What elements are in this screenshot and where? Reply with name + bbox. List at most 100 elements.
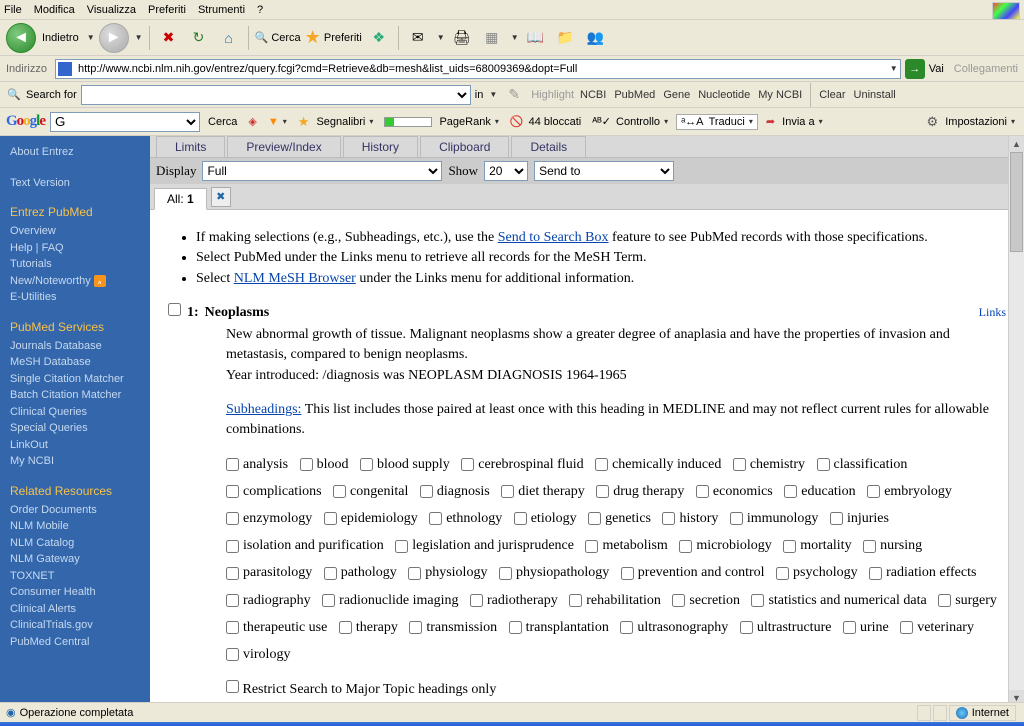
subheading-history[interactable]: history (662, 507, 718, 531)
subheading-ethnology[interactable]: ethnology (429, 507, 502, 531)
sidebar-eutilities[interactable]: E-Utilities (10, 289, 140, 306)
subheading-checkbox[interactable] (740, 621, 753, 634)
link-nucleotide[interactable]: Nucleotide (698, 89, 750, 101)
subheading-checkbox[interactable] (783, 540, 796, 553)
subheadings-link[interactable]: Subheadings: (226, 402, 301, 417)
sidebar-clinical-alerts[interactable]: Clinical Alerts (10, 601, 140, 618)
subheading-checkbox[interactable] (324, 567, 337, 580)
sidebar-nlm-gateway[interactable]: NLM Gateway (10, 551, 140, 568)
sidebar-nlm-catalog[interactable]: NLM Catalog (10, 535, 140, 552)
subheading-checkbox[interactable] (730, 512, 743, 525)
sidebar-clinicaltrials[interactable]: ClinicalTrials.gov (10, 617, 140, 634)
back-menu-arrow[interactable]: ▼ (87, 33, 95, 42)
menu-view[interactable]: Visualizza (87, 4, 136, 16)
subheading-surgery[interactable]: surgery (938, 589, 997, 613)
subheading-radionuclide-imaging[interactable]: radionuclide imaging (322, 589, 458, 613)
subheading-veterinary[interactable]: veterinary (900, 616, 974, 640)
subheading-checkbox[interactable] (696, 485, 709, 498)
subheading-checkbox[interactable] (588, 512, 601, 525)
subheading-checkbox[interactable] (672, 594, 685, 607)
subheading-enzymology[interactable]: enzymology (226, 507, 312, 531)
subheading-checkbox[interactable] (429, 512, 442, 525)
subheading-physiology[interactable]: physiology (408, 561, 487, 585)
subheading-diagnosis[interactable]: diagnosis (420, 480, 490, 504)
subheading-checkbox[interactable] (900, 621, 913, 634)
opt-restrict[interactable]: Restrict Search to Major Topic headings … (226, 680, 1006, 700)
record-checkbox[interactable] (168, 303, 181, 316)
sidebar-nlm-mobile[interactable]: NLM Mobile (10, 518, 140, 535)
google-search-input[interactable]: G (50, 112, 200, 132)
subheading-checkbox[interactable] (596, 485, 609, 498)
subheading-checkbox[interactable] (595, 458, 608, 471)
subheading-checkbox[interactable] (938, 594, 951, 607)
sendto-select[interactable]: Send to (534, 161, 674, 181)
subheading-checkbox[interactable] (226, 648, 239, 661)
subheading-radiography[interactable]: radiography (226, 589, 311, 613)
sidebar-help[interactable]: Help | FAQ (10, 240, 140, 257)
subheading-epidemiology[interactable]: epidemiology (324, 507, 418, 531)
subheading-mortality[interactable]: mortality (783, 534, 851, 558)
sidebar-tutorials[interactable]: Tutorials (10, 256, 140, 273)
display-select[interactable]: Full (202, 161, 442, 181)
subheading-checkbox[interactable] (867, 485, 880, 498)
refresh-button[interactable]: ↻ (186, 25, 212, 51)
tab-details[interactable]: Details (511, 136, 586, 157)
subheading-virology[interactable]: virology (226, 643, 290, 667)
subheading-microbiology[interactable]: microbiology (679, 534, 771, 558)
forward-button[interactable]: ► (99, 23, 129, 53)
subheading-diet-therapy[interactable]: diet therapy (501, 480, 584, 504)
subheading-checkbox[interactable] (226, 458, 239, 471)
link-gene[interactable]: Gene (663, 89, 690, 101)
link-myncbi[interactable]: My NCBI (758, 89, 802, 101)
forward-menu-arrow[interactable]: ▼ (135, 33, 143, 42)
go-label[interactable]: Vai (929, 63, 944, 75)
sidebar-batch-citation[interactable]: Batch Citation Matcher (10, 387, 140, 404)
subheading-checkbox[interactable] (395, 540, 408, 553)
subheading-checkbox[interactable] (226, 540, 239, 553)
subheading-checkbox[interactable] (499, 567, 512, 580)
subheading-therapeutic-use[interactable]: therapeutic use (226, 616, 327, 640)
subheading-chemically-induced[interactable]: chemically induced (595, 453, 721, 477)
subheading-etiology[interactable]: etiology (514, 507, 577, 531)
tab-preview[interactable]: Preview/Index (227, 136, 340, 157)
subheading-checkbox[interactable] (621, 567, 634, 580)
subheading-urine[interactable]: urine (843, 616, 889, 640)
subheading-classification[interactable]: classification (817, 453, 908, 477)
subheading-physiopathology[interactable]: physiopathology (499, 561, 609, 585)
subheading-checkbox[interactable] (751, 594, 764, 607)
subheading-checkbox[interactable] (226, 485, 239, 498)
link-pubmed[interactable]: PubMed (614, 89, 655, 101)
in-menu-arrow[interactable]: ▼ (489, 90, 497, 99)
popup-blocker-button[interactable]: 🚫 44 bloccati (507, 113, 584, 130)
folders-button[interactable]: 📁 (553, 25, 579, 51)
opt-restrict-checkbox[interactable] (226, 680, 239, 693)
subheading-checkbox[interactable] (679, 540, 692, 553)
subheading-blood[interactable]: blood (300, 453, 349, 477)
subheading-checkbox[interactable] (776, 567, 789, 580)
subheading-checkbox[interactable] (501, 485, 514, 498)
subheading-drug-therapy[interactable]: drug therapy (596, 480, 684, 504)
scroll-thumb[interactable] (1010, 152, 1023, 252)
subheading-psychology[interactable]: psychology (776, 561, 858, 585)
highlight-icon[interactable]: ✎ (501, 82, 527, 108)
subheading-checkbox[interactable] (514, 512, 527, 525)
mail-button[interactable]: ✉ (405, 25, 431, 51)
sidebar-about[interactable]: About Entrez (10, 144, 140, 161)
history-button[interactable]: ❖ (366, 25, 392, 51)
link-send-searchbox[interactable]: Send to Search Box (498, 230, 609, 245)
address-input-wrap[interactable]: ▼ (55, 59, 901, 79)
menu-tools[interactable]: Strumenti (198, 4, 245, 16)
subheading-legislation-and-jurisprudence[interactable]: legislation and jurisprudence (395, 534, 574, 558)
subheading-economics[interactable]: economics (696, 480, 773, 504)
subheading-therapy[interactable]: therapy (339, 616, 398, 640)
sidebar-journals[interactable]: Journals Database (10, 338, 140, 355)
sidebar-overview[interactable]: Overview (10, 223, 140, 240)
subheading-checkbox[interactable] (420, 485, 433, 498)
subheading-metabolism[interactable]: metabolism (585, 534, 667, 558)
search-for-input[interactable] (81, 85, 471, 105)
subheading-checkbox[interactable] (817, 458, 830, 471)
link-nlm-mesh[interactable]: NLM MeSH Browser (234, 271, 356, 286)
subheading-checkbox[interactable] (843, 621, 856, 634)
favorites-button[interactable]: ★ Preferiti (305, 27, 362, 48)
news-icon[interactable]: ◈ (245, 113, 259, 130)
